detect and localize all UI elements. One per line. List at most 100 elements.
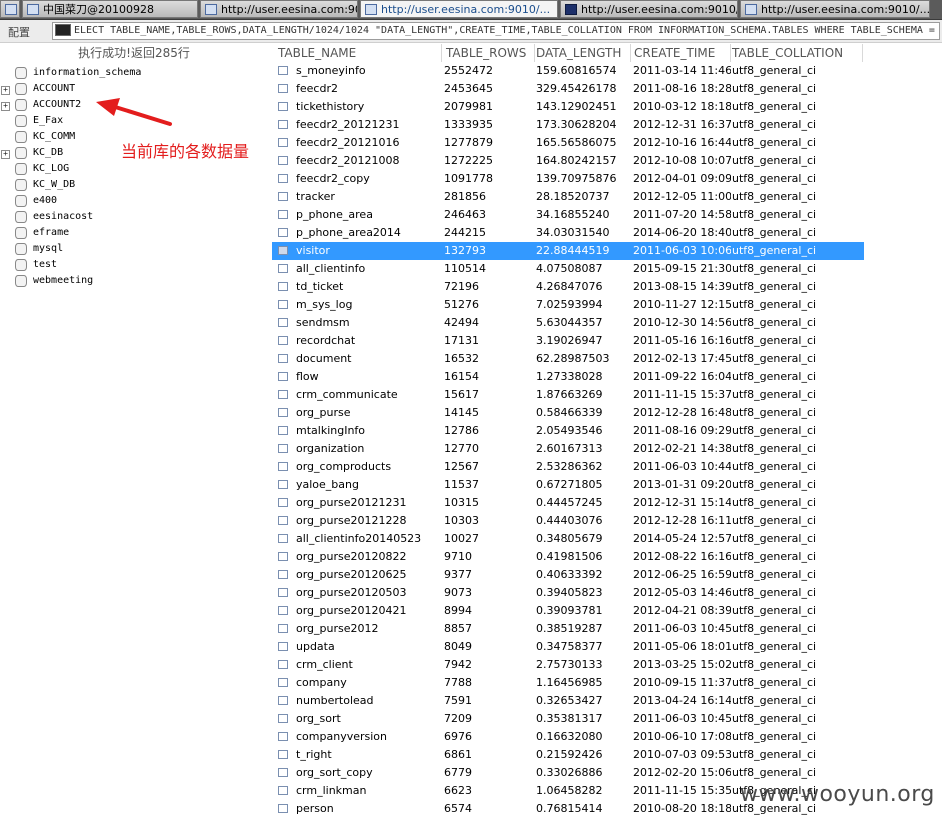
table-row[interactable]: visitor 132793 22.88444519 2011-06-03 10:06… [272,242,864,260]
cell-table-rows: 11537 [444,478,479,491]
browser-tab[interactable]: http://user.eesina.com:9010/... [360,0,558,18]
table-row[interactable]: feecdr2_copy 1091778 139.70975876 2012-04-0… [272,170,942,188]
table-row[interactable]: feecdr2 2453645 329.45426178 2011-08-16 18:… [272,80,942,98]
tree-item-database[interactable]: eframe [0,226,268,242]
cell-data-length: 0.44403076 [536,514,603,527]
column-header-table-name[interactable]: TABLE_NAME [276,44,442,62]
cell-data-length: 4.26847076 [536,280,603,293]
table-row[interactable]: all_clientinfo 110514 4.07508087 2015-09-15… [272,260,942,278]
table-row[interactable]: feecdr2_20121231 1333935 173.30628204 2012-… [272,116,942,134]
table-row[interactable]: crm_client 7942 2.75730133 2013-03-25 15:02… [272,656,942,674]
table-row[interactable]: p_phone_area 246463 34.16855240 2011-07-20 … [272,206,942,224]
table-row[interactable]: m_sys_log 51276 7.02593994 2010-11-27 12:15… [272,296,942,314]
table-row[interactable]: org_sort_copy 6779 0.33026886 2012-02-20 15… [272,764,942,782]
tree-item-database[interactable]: webmeeting [0,274,268,290]
cell-data-length: 173.30628204 [536,118,617,131]
table-row[interactable]: sendmsm424945.630443572010-12-30 14:56:.… [272,314,942,332]
table-row[interactable]: company77881.164569852010-09-15 11:37:..… [272,674,942,692]
cell-data-length: 329.45426178 [536,82,617,95]
table-row[interactable]: p_phone_area2014 244215 34.03031540 2014-06… [272,224,942,242]
table-row[interactable]: org_purse 14145 0.58466339 2012-12-28 16:48… [272,404,942,422]
table-row[interactable]: yaloe_bang 11537 0.67271805 2013-01-31 09:2… [272,476,942,494]
table-row[interactable]: tracker 281856 28.18520737 2012-12-05 11:00… [272,188,942,206]
cell-data-length: 0.34805679 [536,532,603,545]
table-row[interactable]: td_ticket 72196 4.26847076 2013-08-15 14:39… [272,278,942,296]
cell-create-time: 2014-06-20 18:40:... [633,226,731,239]
cell-data-length: 143.12902451 [536,100,617,113]
table-row[interactable]: all_clientinfo20140523 10027 0.34805679 201… [272,530,942,548]
table-row[interactable]: recordchat 17131 3.19026947 2011-05-16 16:1… [272,332,942,350]
tree-item-database[interactable]: KC_W_DB [0,178,268,194]
table-row[interactable]: org_purse20120503 9073 0.39405823 2012-05-0… [272,584,942,602]
table-row[interactable]: companyversion 6976 0.16632080 2010-06-10 1… [272,728,942,746]
table-row[interactable]: s_moneyinfo 2552472 159.60816574 2011-03-14… [272,62,942,80]
cell-create-time: 2011-11-15 15:35:... [633,784,731,797]
table-row[interactable]: org_purse20120421 8994 0.39093781 2012-04-2… [272,602,942,620]
table-row[interactable]: t_right68610.215924262010-07-03 09:53:..… [272,746,942,764]
cell-table-collation: utf8_general_ci [732,694,817,707]
cell-table-collation: utf8_general_ci [732,550,817,563]
database-name: KC_COMM [33,131,76,142]
table-row[interactable]: feecdr2_20121016 1277879 165.56586075 2012-… [272,134,942,152]
table-row[interactable]: org_purse20120625 9377 0.40633392 2012-06-2… [272,566,942,584]
table-row[interactable]: org_sort72090.353813172011-06-03 10:45:.… [272,710,942,728]
database-name: E_Fax [33,115,64,126]
column-header-table-rows[interactable]: TABLE_ROWS [442,44,535,62]
cell-data-length: 0.67271805 [536,478,603,491]
database-icon [15,99,27,111]
cell-data-length: 0.16632080 [536,730,603,743]
tree-item-database[interactable]: e400 [0,194,268,210]
database-icon [15,131,27,143]
cell-table-rows: 12770 [444,442,479,455]
column-header-create-time[interactable]: CREATE_TIME [630,44,731,62]
cell-table-rows: 6779 [444,766,472,779]
cell-table-rows: 8994 [444,604,472,617]
cell-create-time: 2012-12-28 16:48:... [633,406,731,419]
cell-table-collation: utf8_general_ci [732,208,817,221]
cell-create-time: 2012-02-13 17:45:... [633,352,731,365]
table-row[interactable]: mtalkingInfo 12786 2.05493546 2011-08-16 09… [272,422,942,440]
cell-table-collation: utf8_general_ci [732,388,817,401]
expand-icon[interactable]: + [1,150,10,159]
table-row[interactable]: org_purse20121231 10315 0.44457245 2012-12-… [272,494,942,512]
cell-table-rows: 17131 [444,334,479,347]
browser-tab[interactable]: http://user.eesina.com:9010/... [740,0,930,18]
cell-table-rows: 12786 [444,424,479,437]
browser-tab[interactable]: http://user.eesina.com:9010/... [560,0,738,18]
browser-tab[interactable]: http://user.eesina.com:9010/... [200,0,358,18]
tree-item-database[interactable]: information_schema [0,66,268,82]
table-row[interactable]: crm_communicate 15617 1.87663269 2011-11-15… [272,386,942,404]
tree-item-database[interactable]: eesinacost [0,210,268,226]
table-row[interactable]: document 16532 62.28987503 2012-02-13 17:45… [272,350,942,368]
table-row[interactable]: numbertolead 7591 0.32653427 2013-04-24 16:… [272,692,942,710]
table-row[interactable]: feecdr2_20121008 1272225 164.80242157 2012-… [272,152,942,170]
browser-tab[interactable]: 中国菜刀@20100928 [22,0,198,18]
expand-icon[interactable]: + [1,86,10,95]
tree-item-database[interactable]: mysql [0,242,268,258]
table-row[interactable]: org_purse20121228 10303 0.44403076 2012-12-… [272,512,942,530]
cell-table-collation: utf8_general_ci [732,424,817,437]
expand-icon[interactable]: + [1,102,10,111]
table-row[interactable]: updata80490.347583772011-05-06 18:01:...… [272,638,942,656]
table-row[interactable]: organization 12770 2.60167313 2012-02-21 14… [272,440,942,458]
cell-table-collation: utf8_general_ci [732,136,817,149]
cell-create-time: 2012-06-25 16:59:... [633,568,731,581]
tree-item-database[interactable]: KC_LOG [0,162,268,178]
browser-tab[interactable] [0,0,20,18]
table-row[interactable]: tickethistory 2079981 143.12902451 2010-03-… [272,98,942,116]
table-row[interactable]: flow161541.273380282011-09-22 16:04:...u… [272,368,942,386]
table-row[interactable]: org_purse2012 8857 0.38519287 2011-06-03 10… [272,620,942,638]
cell-data-length: 2.60167313 [536,442,603,455]
config-label[interactable]: 配置 [8,24,30,40]
tab-icon [365,3,377,15]
cell-create-time: 2012-12-31 16:37:... [633,118,731,131]
tree-item-database[interactable]: test [0,258,268,274]
sql-query-input[interactable]: ELECT TABLE_NAME,TABLE_ROWS,DATA_LENGTH/… [52,22,940,40]
column-header-data-length[interactable]: DATA_LENGTH [534,44,631,62]
column-header-table-collation[interactable]: TABLE_COLLATION [728,44,863,62]
table-row[interactable]: org_comproducts 12567 2.53286362 2011-06-03… [272,458,942,476]
table-row[interactable]: org_purse20120822 9710 0.41981506 2012-08-2… [272,548,942,566]
cell-table-rows: 7209 [444,712,472,725]
red-arrow-annotation [96,98,172,126]
database-name: e400 [33,195,58,206]
